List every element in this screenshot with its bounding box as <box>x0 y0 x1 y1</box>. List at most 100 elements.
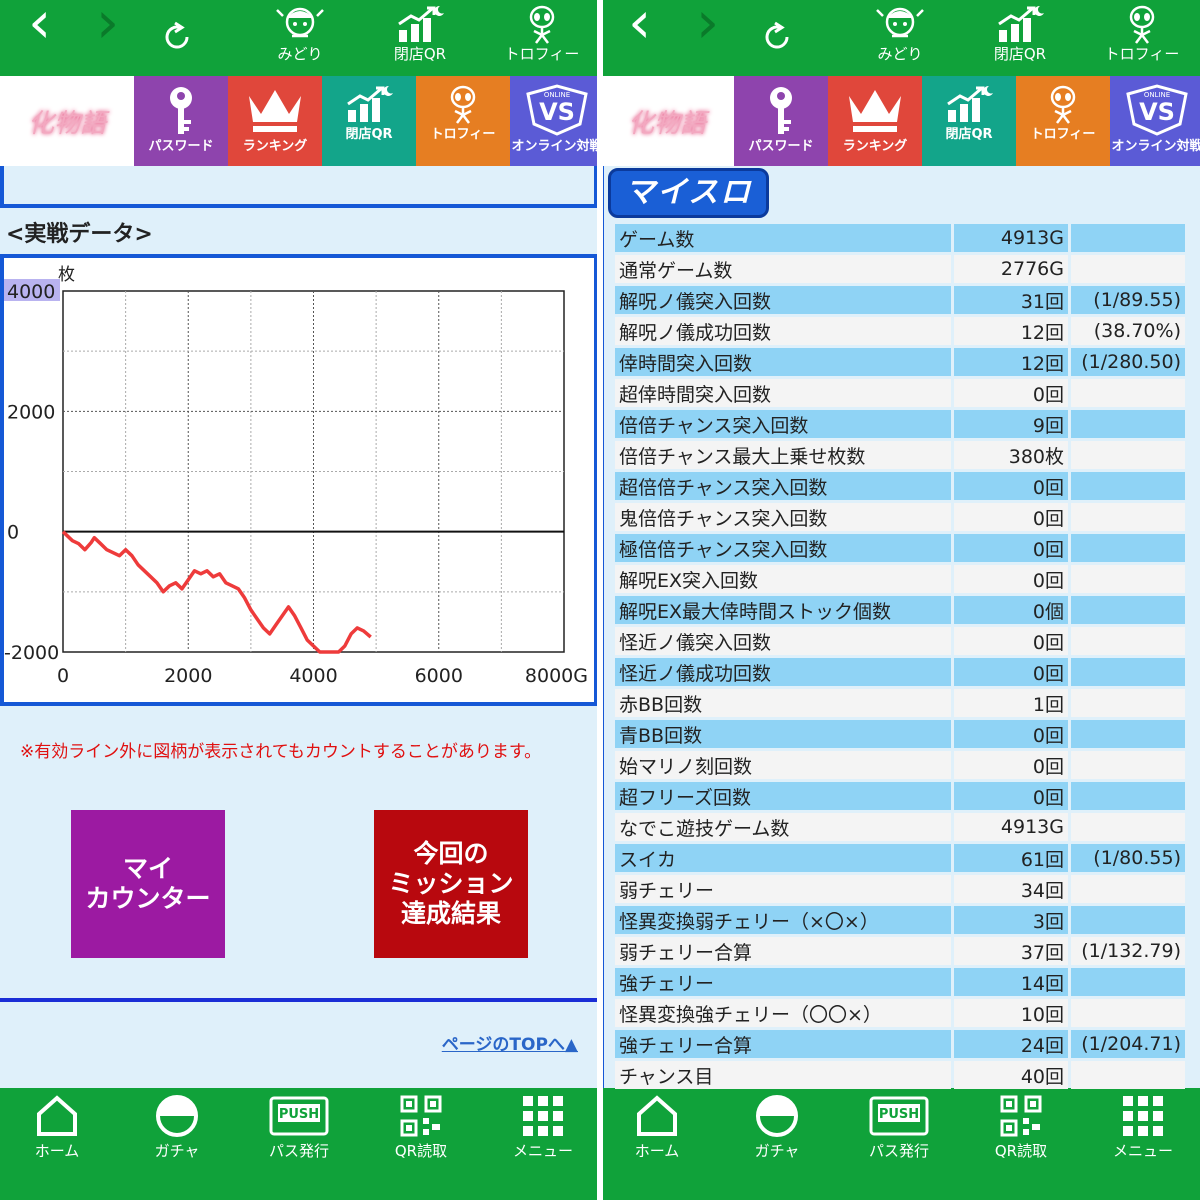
stat-value: 0回 <box>954 503 1068 531</box>
bottom-item-home[interactable]: ホーム <box>602 1094 712 1161</box>
bottom-item-grid-menu[interactable]: メニュー <box>488 1094 598 1161</box>
stat-ratio <box>1071 689 1185 717</box>
character-icon <box>258 4 342 44</box>
table-row: 通常ゲーム数 2776G <box>615 255 1185 283</box>
svg-text:ONLINE: ONLINE <box>1144 91 1170 99</box>
menu-item-key[interactable]: パスワード <box>734 76 828 166</box>
stat-ratio <box>1071 875 1185 903</box>
stat-value: 0回 <box>954 534 1068 562</box>
bottom-nav-bar: ホーム ガチャ PUSH パス発行 QR読取 メニュー <box>600 1088 1200 1200</box>
bottom-item-grid-menu[interactable]: メニュー <box>1088 1094 1198 1161</box>
menu-item-key[interactable]: パスワード <box>134 76 228 166</box>
topbar-item-character[interactable]: みどり <box>858 2 942 74</box>
menu-item-chart-up[interactable]: 閉店QR <box>922 76 1016 166</box>
menu-item-label: オンライン対戦 <box>1111 139 1200 154</box>
topbar-item-character[interactable]: みどり <box>258 2 342 74</box>
menu-item-label: ランキング <box>242 139 308 154</box>
game-menu-bar: 化物語 パスワード ランキング 閉店QR トロフィー VS ONLINE オンライン対戦 <box>0 76 600 166</box>
bottom-item-push[interactable]: PUSH パス発行 <box>244 1094 354 1161</box>
topbar-item-chart-up[interactable]: 閉店QR <box>378 2 462 74</box>
stat-name: 始マリノ刻回数 <box>615 751 951 779</box>
mission-result-button[interactable]: 今回の ミッション 達成結果 <box>374 810 528 958</box>
stat-name: 解呪EX最大倖時間ストック個数 <box>615 596 951 624</box>
home-icon <box>2 1094 112 1138</box>
bottom-item-label: QR読取 <box>994 1142 1048 1160</box>
panel-divider <box>597 0 603 1200</box>
table-row: 解呪EX突入回数 0回 <box>615 565 1185 593</box>
alien-icon <box>1016 84 1110 124</box>
stat-value: 3回 <box>954 906 1068 934</box>
table-row: 超フリーズ回数 0回 <box>615 782 1185 810</box>
table-row: 青BB回数 0回 <box>615 720 1185 748</box>
topbar-item-alien[interactable]: トロフィー <box>500 2 584 74</box>
menu-item-vs[interactable]: VS ONLINE オンライン対戦 <box>510 76 600 166</box>
menu-item-label: 閉店QR <box>345 127 393 142</box>
x-tick-label: 4000 <box>289 665 337 687</box>
my-counter-button[interactable]: マイ カウンター <box>71 810 225 958</box>
bottom-item-qr[interactable]: QR読取 <box>366 1094 476 1161</box>
bottom-item-gacha[interactable]: ガチャ <box>122 1094 232 1161</box>
reload-icon[interactable] <box>760 20 794 58</box>
stat-value: 0回 <box>954 782 1068 810</box>
stat-ratio <box>1071 999 1185 1027</box>
stat-name: 極倍倍チャンス突入回数 <box>615 534 951 562</box>
bottom-item-gacha[interactable]: ガチャ <box>722 1094 832 1161</box>
menu-item-vs[interactable]: VS ONLINE オンライン対戦 <box>1110 76 1200 166</box>
table-row: 解呪ノ儀成功回数 12回 (38.70%) <box>615 317 1185 345</box>
menu-item-label: オンライン対戦 <box>511 139 600 154</box>
forward-button[interactable]: › <box>96 0 119 51</box>
menu-item-label: パスワード <box>748 139 814 154</box>
stat-name: 強チェリー合算 <box>615 1030 951 1058</box>
menu-item-alien[interactable]: トロフィー <box>416 76 510 166</box>
game-logo[interactable]: 化物語 <box>600 76 734 166</box>
stat-value: 12回 <box>954 317 1068 345</box>
grid-menu-icon <box>488 1094 598 1138</box>
stat-ratio <box>1071 968 1185 996</box>
chart-up-icon <box>322 84 416 124</box>
stat-value: 24回 <box>954 1030 1068 1058</box>
topbar-item-alien[interactable]: トロフィー <box>1100 2 1184 74</box>
table-row: 怪異変換弱チェリー（×〇×） 3回 <box>615 906 1185 934</box>
page-top-link[interactable]: ページのTOPへ▲ <box>442 1030 578 1055</box>
myslot-header: マイスロ <box>608 168 770 218</box>
crown-icon <box>228 84 322 136</box>
alien-icon <box>416 84 510 124</box>
menu-item-alien[interactable]: トロフィー <box>1016 76 1110 166</box>
stat-name: 解呪ノ儀成功回数 <box>615 317 951 345</box>
stat-ratio: (1/280.50) <box>1071 348 1185 376</box>
alien-icon <box>500 4 584 44</box>
push-icon: PUSH <box>844 1094 954 1138</box>
stat-name: 通常ゲーム数 <box>615 255 951 283</box>
stats-table: ゲーム数 4913G 通常ゲーム数 2776G 解呪ノ儀突入回数 31回 (1/89.55)… <box>612 221 1188 1092</box>
topbar-item-chart-up[interactable]: 閉店QR <box>978 2 1062 74</box>
stat-value: 14回 <box>954 968 1068 996</box>
screenshot-root: ‹ › みどり 閉店QR トロフィー 化物語 パスワード ランキング 閉店QR トロフィー VS ON… <box>0 0 1200 1200</box>
bottom-item-home[interactable]: ホーム <box>2 1094 112 1161</box>
stat-value: 12回 <box>954 348 1068 376</box>
vs-icon: VS ONLINE <box>1110 84 1200 136</box>
stat-ratio <box>1071 813 1185 841</box>
back-button[interactable]: ‹ <box>628 0 651 51</box>
back-button[interactable]: ‹ <box>28 0 51 51</box>
bottom-item-label: ガチャ <box>154 1142 200 1160</box>
bottom-item-push[interactable]: PUSH パス発行 <box>844 1094 954 1161</box>
x-tick-label: 0 <box>57 665 69 687</box>
topbar-item-label: みどり <box>277 45 323 63</box>
stat-name: なでこ遊技ゲーム数 <box>615 813 951 841</box>
menu-item-crown[interactable]: ランキング <box>828 76 922 166</box>
forward-button[interactable]: › <box>696 0 719 51</box>
stat-value: 61回 <box>954 844 1068 872</box>
game-logo[interactable]: 化物語 <box>0 76 134 166</box>
bottom-item-qr[interactable]: QR読取 <box>966 1094 1076 1161</box>
reload-icon[interactable] <box>160 20 194 58</box>
menu-item-crown[interactable]: ランキング <box>228 76 322 166</box>
table-row: 弱チェリー合算 37回 (1/132.79) <box>615 937 1185 965</box>
vs-icon: VS ONLINE <box>510 84 600 136</box>
stat-value: 380枚 <box>954 441 1068 469</box>
menu-item-chart-up[interactable]: 閉店QR <box>322 76 416 166</box>
stat-ratio <box>1071 720 1185 748</box>
stat-name: 怪近ノ儀成功回数 <box>615 658 951 686</box>
myslot-logo: マイスロ <box>608 168 770 218</box>
stat-value: 2776G <box>954 255 1068 283</box>
stat-name: 弱チェリー <box>615 875 951 903</box>
